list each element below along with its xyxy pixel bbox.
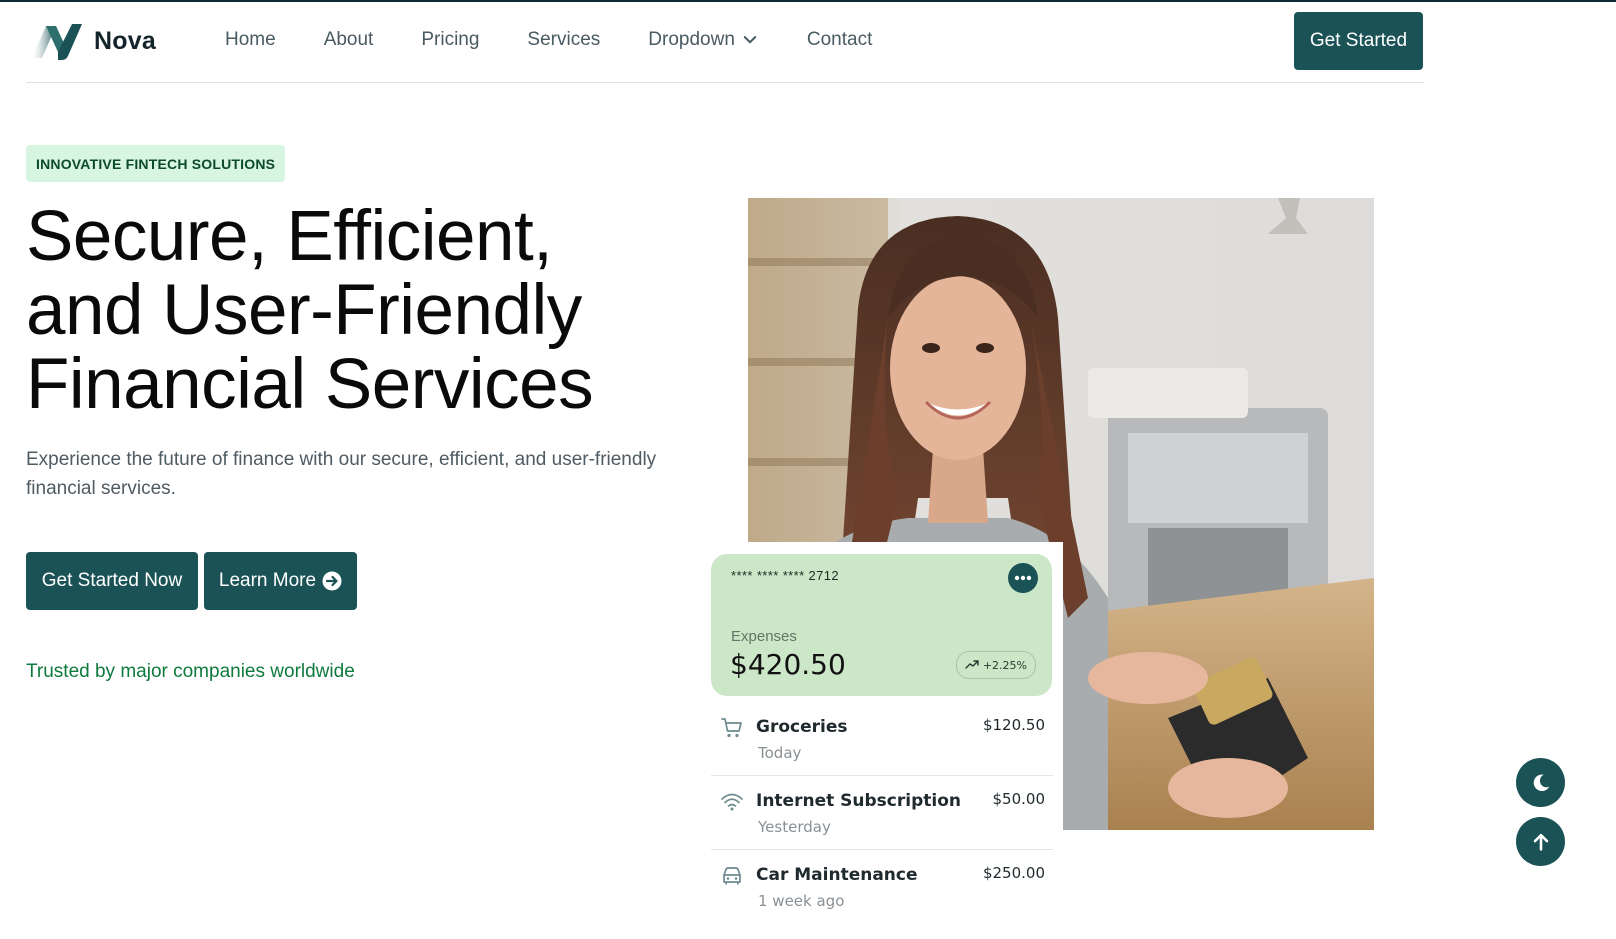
nav-home[interactable]: Home bbox=[225, 29, 276, 51]
hero-title-line-1: Secure, Efficient, bbox=[26, 197, 553, 276]
hero-title-line-3: Financial Services bbox=[26, 345, 594, 424]
theme-toggle-button[interactable] bbox=[1516, 758, 1565, 807]
card-amount: $420.50 bbox=[730, 648, 846, 681]
nav-contact[interactable]: Contact bbox=[807, 29, 872, 51]
learn-more-label: Learn More bbox=[218, 570, 317, 591]
learn-more-button[interactable]: Learn More bbox=[204, 552, 357, 610]
hero-title-line-2: and User-Friendly bbox=[26, 271, 582, 350]
expenses-card: **** **** **** 2712 Expenses $420.50 +2.… bbox=[711, 554, 1052, 696]
card-label: Expenses bbox=[731, 628, 797, 645]
trusted-text: Trusted by major companies worldwide bbox=[26, 661, 355, 682]
get-started-now-button[interactable]: Get Started Now bbox=[26, 552, 198, 610]
transaction-amount: $250.00 bbox=[982, 864, 1045, 882]
list-item[interactable]: Internet Subscription Yesterday $50.00 bbox=[711, 776, 1053, 850]
nav-services[interactable]: Services bbox=[527, 29, 600, 51]
cart-icon bbox=[721, 718, 742, 738]
nav-dropdown-label: Dropdown bbox=[648, 29, 735, 50]
wifi-icon bbox=[721, 793, 743, 811]
card-number: **** **** **** 2712 bbox=[731, 568, 840, 583]
moon-icon bbox=[1533, 774, 1549, 791]
main-nav: Home About Pricing Services Dropdown Con… bbox=[225, 29, 920, 51]
change-badge: +2.25% bbox=[955, 651, 1036, 679]
transaction-name: Car Maintenance bbox=[756, 865, 918, 885]
change-value: +2.25% bbox=[982, 658, 1027, 672]
brand-name: Nova bbox=[94, 26, 156, 55]
list-item[interactable]: Groceries Today $120.50 bbox=[711, 702, 1053, 776]
transaction-list: Groceries Today $120.50 Internet Subscri… bbox=[711, 702, 1053, 923]
arrow-right-circle-icon bbox=[322, 571, 342, 591]
logo-icon bbox=[32, 24, 82, 60]
hero-badge: INNOVATIVE FINTECH SOLUTIONS bbox=[26, 145, 286, 182]
nav-dropdown[interactable]: Dropdown bbox=[648, 29, 759, 51]
car-icon bbox=[723, 867, 741, 885]
transaction-amount: $50.00 bbox=[992, 790, 1046, 808]
transaction-time: Yesterday bbox=[758, 818, 831, 836]
hero-subtitle: Experience the future of finance with ou… bbox=[26, 449, 657, 499]
brand-logo[interactable]: Nova bbox=[28, 20, 156, 62]
nav-about[interactable]: About bbox=[324, 29, 374, 51]
chevron-down-icon bbox=[743, 36, 757, 44]
site-header: Nova Home About Pricing Services Dropdow… bbox=[26, 2, 1424, 83]
transaction-name: Groceries bbox=[756, 717, 848, 737]
trending-up-icon bbox=[965, 660, 979, 669]
transaction-name: Internet Subscription bbox=[756, 791, 961, 811]
hero-title: Secure, Efficient, and User-Friendly Fin… bbox=[26, 200, 706, 422]
transaction-amount: $120.50 bbox=[982, 716, 1045, 734]
more-horizontal-icon[interactable] bbox=[1008, 563, 1038, 593]
get-started-button[interactable]: Get Started bbox=[1294, 12, 1423, 70]
list-item[interactable]: Car Maintenance 1 week ago $250.00 bbox=[711, 850, 1053, 923]
nav-pricing[interactable]: Pricing bbox=[421, 29, 479, 51]
scroll-top-button[interactable] bbox=[1516, 817, 1565, 866]
transaction-time: 1 week ago bbox=[758, 892, 845, 910]
arrow-up-icon bbox=[1533, 833, 1548, 851]
transaction-time: Today bbox=[758, 744, 802, 762]
